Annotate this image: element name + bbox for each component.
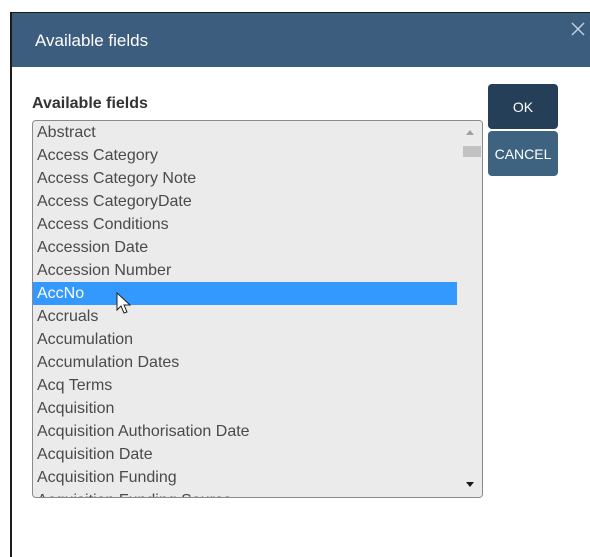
list-item-selected[interactable]: AccNo [33, 282, 457, 305]
ok-button[interactable]: OK [488, 84, 558, 129]
close-icon[interactable] [568, 19, 588, 39]
dialog-title: Available fields [35, 31, 149, 50]
list-item[interactable]: Abstract [33, 121, 457, 144]
list-item[interactable]: Acquisition Funding [33, 466, 457, 489]
listbox-items: Abstract Access Category Access Category N… [33, 121, 457, 497]
list-item[interactable]: Accession Number [33, 259, 457, 282]
available-fields-dialog: Available fields Available fields Abstra… [10, 12, 590, 557]
available-fields-label: Available fields [32, 95, 148, 112]
list-item[interactable]: Access Conditions [33, 213, 457, 236]
scrollbar-thumb[interactable] [463, 146, 481, 157]
listbox-scrollbar[interactable] [458, 121, 482, 497]
list-item[interactable]: Acq Terms [33, 374, 457, 397]
list-item[interactable]: Accession Date [33, 236, 457, 259]
list-item[interactable]: Acquisition Date [33, 443, 457, 466]
list-item[interactable]: Access Category Note [33, 167, 457, 190]
list-item[interactable]: Acquisition Authorisation Date [33, 420, 457, 443]
dialog-titlebar: Available fields [12, 13, 590, 67]
list-item[interactable]: Acquisition [33, 397, 457, 420]
list-item[interactable]: Access CategoryDate [33, 190, 457, 213]
list-item[interactable]: Accruals [33, 305, 457, 328]
list-item[interactable]: Accumulation Dates [33, 351, 457, 374]
cancel-button[interactable]: CANCEL [488, 131, 558, 176]
list-item[interactable]: Access Category [33, 144, 457, 167]
scroll-up-arrow-icon[interactable] [458, 125, 482, 141]
list-item[interactable]: Acquisition Funding Source [33, 489, 457, 497]
scroll-down-arrow-icon[interactable] [458, 477, 482, 493]
list-item[interactable]: Accumulation [33, 328, 457, 351]
available-fields-listbox[interactable]: Abstract Access Category Access Category N… [32, 120, 483, 498]
